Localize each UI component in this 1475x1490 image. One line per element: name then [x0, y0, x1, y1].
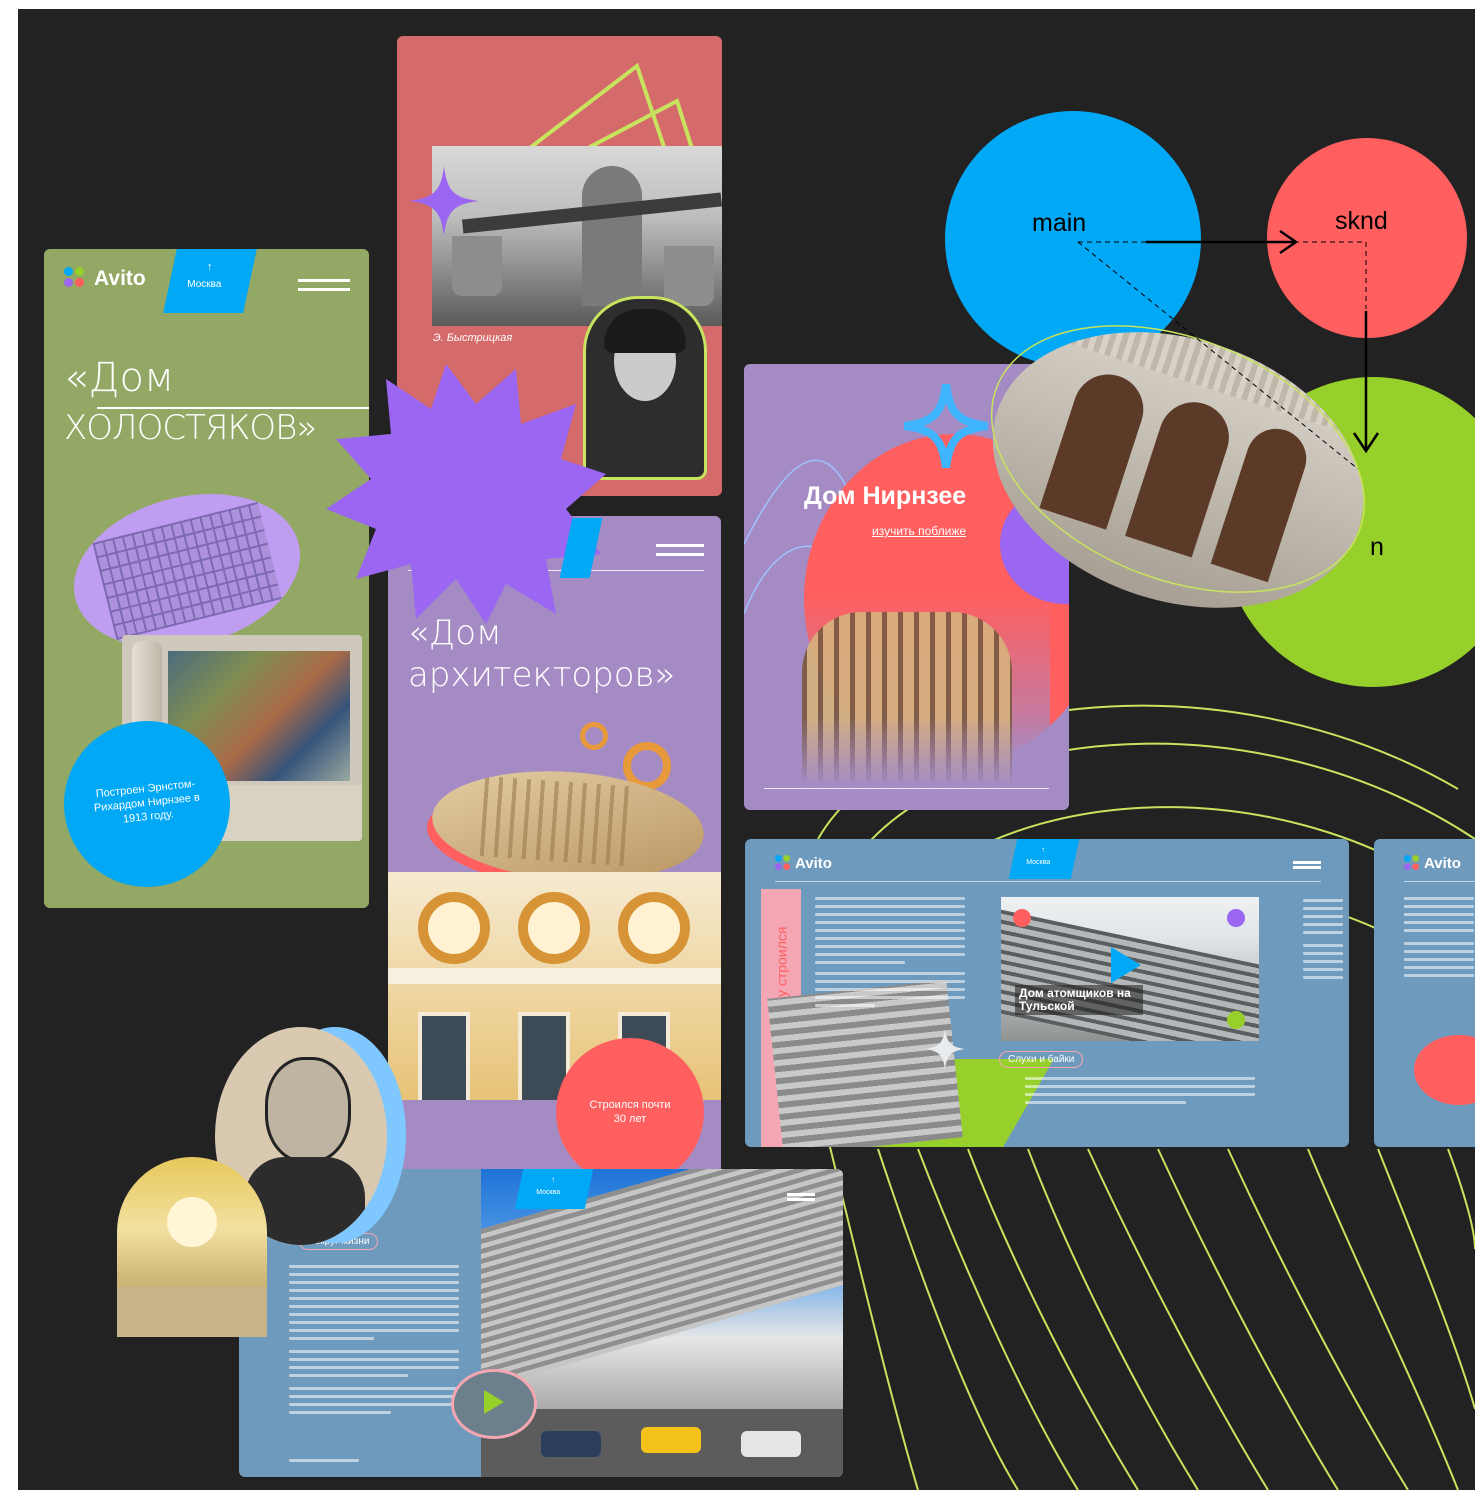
menu-icon[interactable]: [1293, 861, 1321, 869]
ring-decoration: [580, 722, 608, 750]
city-tag[interactable]: ↑ Москва: [514, 1169, 594, 1209]
city-label: Москва: [536, 1189, 561, 1196]
card-title-line2: архитекторов»: [408, 655, 676, 695]
brand-name: Avito: [1424, 855, 1461, 872]
menu-icon[interactable]: [298, 279, 350, 291]
red-blob-decoration: [1414, 1035, 1475, 1105]
video-thumb[interactable]: [451, 1369, 537, 1439]
arrow-up-icon: ↑: [206, 261, 213, 273]
long-building-street-photo: [481, 1169, 843, 1477]
vintage-building-photo: [428, 762, 708, 890]
star-icon: [904, 384, 988, 468]
desktop-card-atomshchikov: Avito ↑ Москва Не сразу строился Дом ато…: [745, 839, 1349, 1147]
card-title-line1: «Дом: [64, 355, 175, 401]
photo-caption: Дом атомщиков на Тульской: [1015, 985, 1143, 1016]
desktop-card-partial: Avito: [1374, 839, 1475, 1147]
menu-icon[interactable]: [656, 544, 704, 556]
moodboard-canvas: main sknd n Avito ↑ Москва «Дом холостяк…: [18, 9, 1475, 1490]
atomshchikov-building-photo: Дом атомщиков на Тульской: [1001, 897, 1259, 1041]
metro-station-photo: [117, 1157, 267, 1337]
city-tag[interactable]: ↑ Москва: [1008, 839, 1080, 879]
purple-burst-decoration: [326, 364, 606, 624]
section-pill[interactable]: Слухи и байки: [999, 1051, 1084, 1068]
card-dom-holostyakov: Avito ↑ Москва «Дом холостяков» Построен…: [44, 249, 369, 908]
brand-name: Avito: [795, 855, 832, 872]
article-text-left: [289, 1265, 459, 1419]
arrow-up-icon: ↑: [551, 1175, 556, 1184]
play-icon[interactable]: [1111, 947, 1141, 983]
info-bubble-text: Построен Эрнстом-Рихардом Нирнзее в 1913…: [93, 778, 201, 826]
info-bubble-text: Строился почти 30 лет: [589, 1098, 671, 1125]
article-text-right: [1303, 899, 1343, 984]
header-divider: [775, 881, 1321, 882]
avito-logo-icon: [1404, 855, 1421, 872]
avito-logo-icon: [64, 267, 86, 289]
menu-icon[interactable]: [787, 1193, 815, 1201]
photo-caption: Э. Быстрицкая: [433, 332, 513, 344]
footer-link[interactable]: [289, 1459, 359, 1467]
city-tag[interactable]: ↑ Москва: [163, 249, 257, 313]
bottom-divider: [764, 788, 1049, 789]
header-divider: [1404, 881, 1475, 882]
city-label: Москва: [187, 279, 222, 290]
avito-logo-icon: [775, 855, 792, 872]
card-title: Дом Нирнзее: [804, 482, 967, 510]
city-label: Москва: [1026, 859, 1051, 866]
info-bubble: Построен Эрнстом-Рихардом Нирнзее в 1913…: [64, 721, 230, 887]
article-text: [1404, 897, 1474, 982]
info-bubble: Строился почти 30 лет: [556, 1038, 704, 1176]
star-icon: [925, 1029, 965, 1069]
article-text-bottom: [1025, 1077, 1255, 1109]
play-icon: [484, 1390, 504, 1414]
star-icon: [409, 166, 479, 236]
article-text-left: [815, 897, 965, 1012]
explore-link[interactable]: изучить поближе: [872, 524, 966, 538]
brand-name: Avito: [94, 267, 146, 290]
diagram-arrows: [1077, 229, 1380, 470]
arrow-up-icon: ↑: [1041, 845, 1046, 854]
card-title-line2: холостяков»: [64, 408, 317, 448]
